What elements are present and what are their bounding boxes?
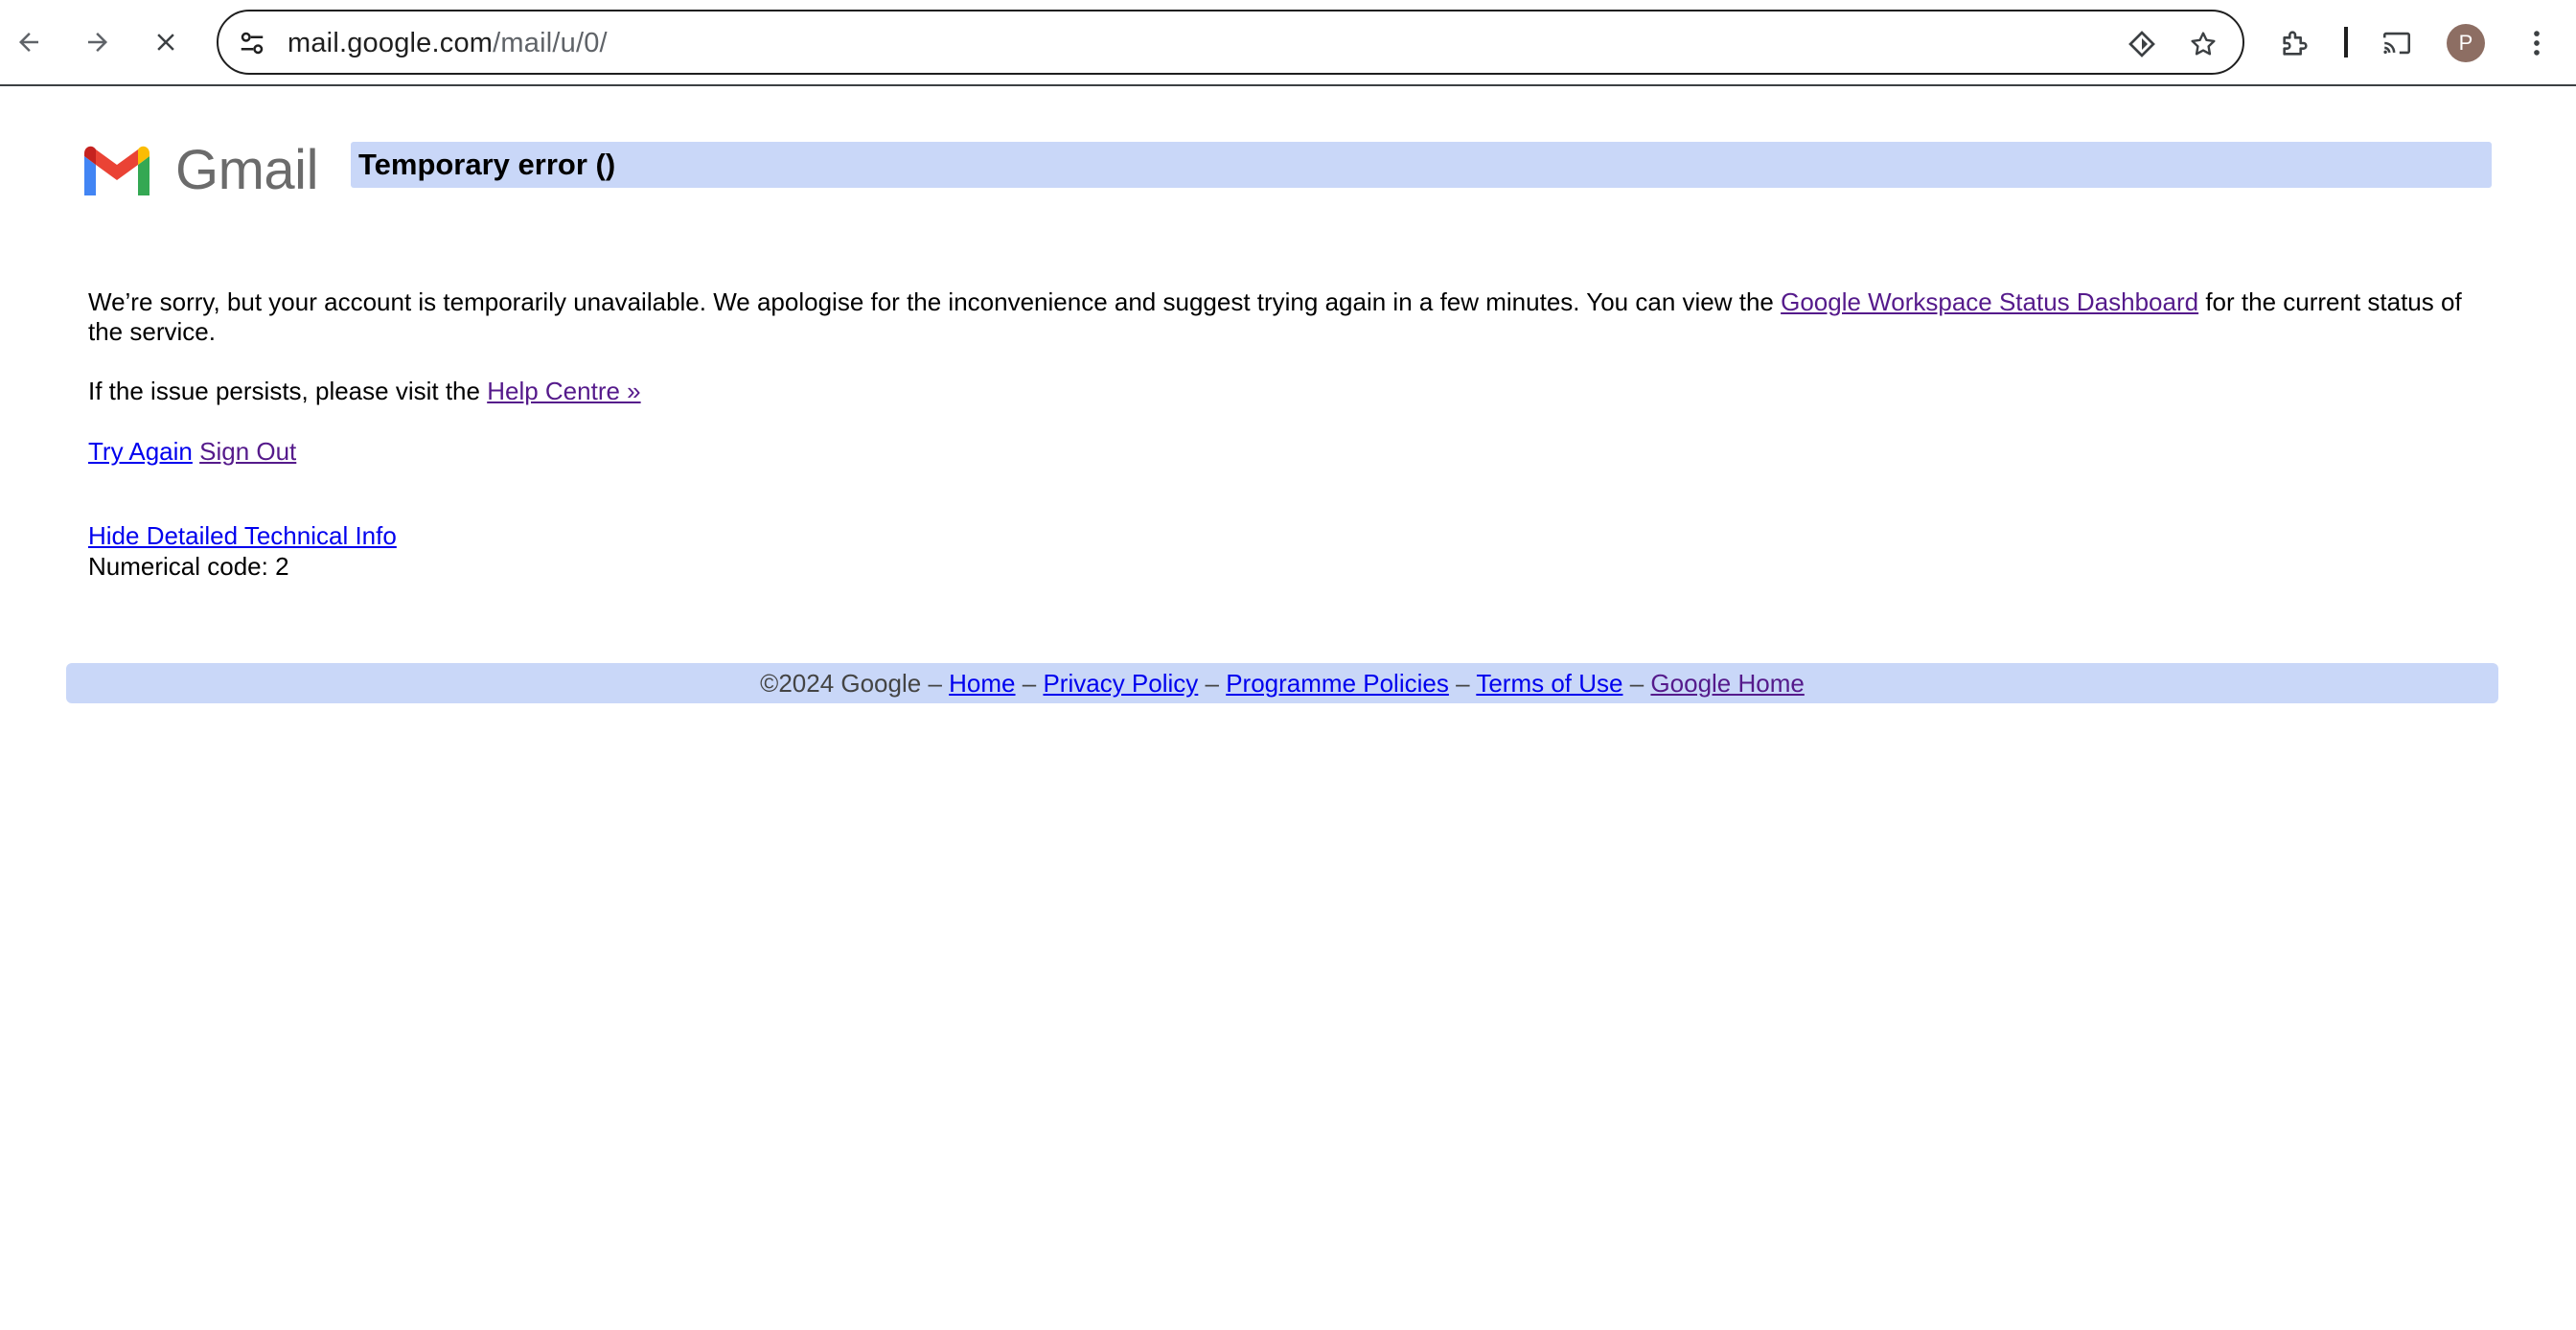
cast-icon bbox=[2382, 32, 2411, 55]
address-bar[interactable]: mail.google.com/mail/u/0/ bbox=[217, 10, 2244, 75]
help-message-text: If the issue persists, please visit the bbox=[88, 377, 488, 405]
arrow-back-icon bbox=[19, 33, 38, 52]
footer-separator: – bbox=[1205, 669, 1219, 698]
footer-privacy-link[interactable]: Privacy Policy bbox=[1043, 669, 1198, 698]
gmail-wordmark: Gmail bbox=[175, 139, 318, 201]
close-icon bbox=[157, 34, 174, 51]
forward-button[interactable] bbox=[77, 21, 119, 63]
gmail-m-icon bbox=[84, 146, 150, 195]
arrow-forward-icon bbox=[88, 33, 107, 52]
error-title-banner: Temporary error () bbox=[351, 142, 2492, 188]
copyright-text: ©2024 Google bbox=[760, 669, 922, 698]
url-text[interactable]: mail.google.com/mail/u/0/ bbox=[288, 25, 608, 61]
tech-info-toggle-row: Hide Detailed Technical Info bbox=[88, 521, 397, 551]
url-path: /mail/u/0/ bbox=[493, 28, 608, 58]
hide-tech-info-link[interactable]: Hide Detailed Technical Info bbox=[88, 521, 397, 550]
page-title: Temporary error () bbox=[358, 148, 616, 181]
back-button[interactable] bbox=[8, 21, 50, 63]
numerical-code: Numerical code: 2 bbox=[88, 552, 289, 581]
footer-home-link[interactable]: Home bbox=[949, 669, 1015, 698]
tune-icon bbox=[241, 32, 264, 55]
star-outline-icon bbox=[2191, 32, 2216, 56]
footer-google-home-link[interactable]: Google Home bbox=[1650, 669, 1804, 698]
lens-button[interactable] bbox=[2124, 26, 2160, 62]
stop-loading-button[interactable] bbox=[145, 21, 187, 63]
action-links: Try Again Sign Out bbox=[88, 437, 296, 467]
status-dashboard-link[interactable]: Google Workspace Status Dashboard bbox=[1781, 287, 2198, 316]
cast-button[interactable] bbox=[2375, 21, 2419, 65]
try-again-link[interactable]: Try Again bbox=[88, 437, 193, 466]
footer-terms-link[interactable]: Terms of Use bbox=[1476, 669, 1622, 698]
bookmark-button[interactable] bbox=[2185, 26, 2221, 62]
gmail-logo: Gmail bbox=[79, 136, 318, 201]
extensions-button[interactable] bbox=[2273, 21, 2317, 65]
browser-menu-button[interactable] bbox=[2515, 21, 2559, 65]
toolbar-divider bbox=[2344, 27, 2348, 57]
error-message: We’re sorry, but your account is tempora… bbox=[88, 287, 2494, 347]
browser-toolbar: mail.google.com/mail/u/0/ P bbox=[0, 0, 2576, 86]
help-message: If the issue persists, please visit the … bbox=[88, 377, 641, 406]
url-host: mail.google.com bbox=[288, 28, 494, 58]
footer-separator: – bbox=[1456, 669, 1470, 698]
help-centre-link[interactable]: Help Centre » bbox=[487, 377, 640, 405]
more-vert-icon bbox=[2534, 31, 2540, 56]
site-info-button[interactable] bbox=[234, 25, 270, 61]
profile-avatar[interactable]: P bbox=[2447, 24, 2485, 62]
sign-out-link[interactable]: Sign Out bbox=[199, 437, 296, 466]
puzzle-icon bbox=[2283, 31, 2308, 56]
footer-separator: – bbox=[1022, 669, 1037, 698]
footer-separator: – bbox=[928, 669, 942, 698]
footer-programme-policies-link[interactable]: Programme Policies bbox=[1226, 669, 1449, 698]
google-lens-icon bbox=[2128, 31, 2155, 57]
footer-separator: – bbox=[1629, 669, 1644, 698]
footer-bar: ©2024 Google – Home – Privacy Policy – P… bbox=[66, 663, 2498, 703]
error-message-text: We’re sorry, but your account is tempora… bbox=[88, 287, 1782, 316]
